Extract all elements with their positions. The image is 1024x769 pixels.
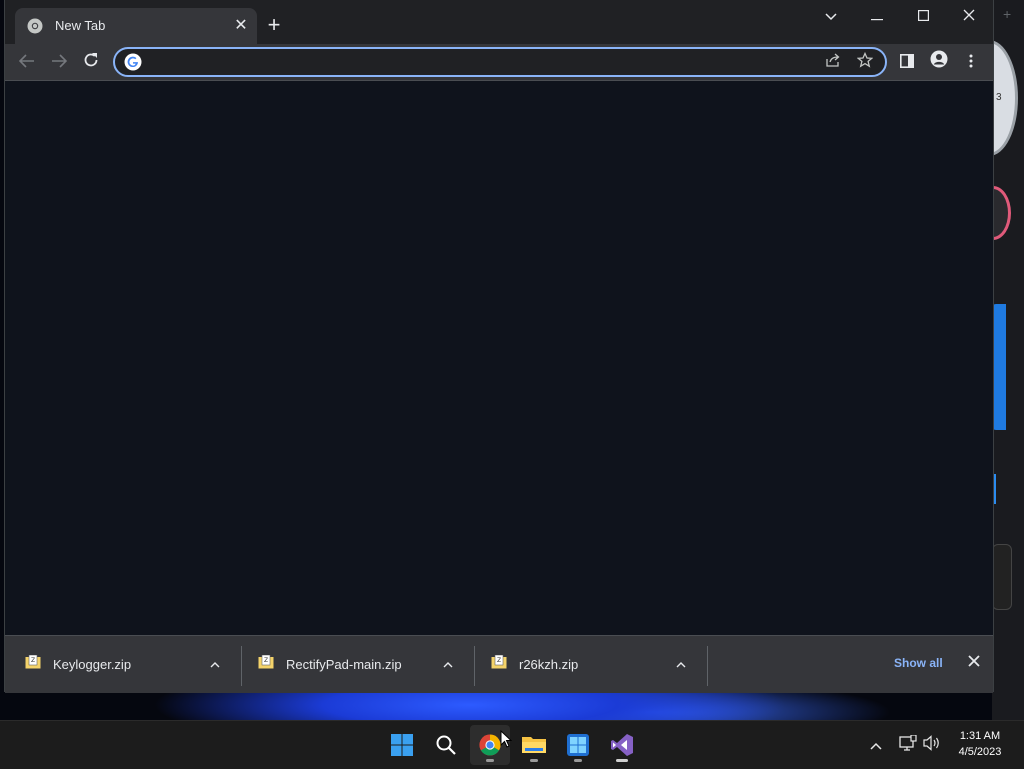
system-clock[interactable]: 1:31 AM 4/5/2023 [944, 728, 1016, 760]
back-button[interactable] [13, 48, 41, 76]
download-item[interactable]: Z RectifyPad-main.zip [238, 636, 470, 693]
chrome-favicon-icon [27, 18, 43, 34]
bookmark-star-icon[interactable] [855, 51, 875, 72]
new-tab-button[interactable]: + [263, 14, 285, 36]
clock-time: 1:31 AM [959, 730, 1001, 742]
clock-date: 4/5/2023 [958, 746, 1002, 758]
active-indicator [616, 759, 628, 762]
zip-file-icon: Z [258, 654, 274, 669]
browser-window: New Tab ✕ + Z Keylogger.zip Z RectifyPad… [4, 0, 994, 693]
menu-kebab-icon[interactable] [957, 48, 985, 76]
start-button[interactable] [382, 725, 422, 765]
show-hidden-icons-chevron-icon[interactable] [866, 735, 886, 755]
title-bar: New Tab ✕ + [5, 0, 993, 44]
file-explorer-icon [522, 737, 546, 753]
svg-text:Z: Z [264, 657, 268, 664]
tab-close-icon[interactable]: ✕ [231, 16, 251, 36]
tab-search-chevron-icon[interactable] [811, 4, 851, 28]
forward-button[interactable] [45, 48, 73, 76]
maximize-button[interactable] [903, 4, 943, 28]
background-plus-icon: + [1003, 6, 1012, 22]
background-widget-bar [992, 304, 1006, 430]
visual-studio-icon [611, 734, 633, 756]
address-input[interactable] [149, 52, 813, 74]
show-all-downloads-link[interactable]: Show all [894, 656, 943, 670]
zip-file-icon: Z [491, 654, 507, 669]
taskbar-file-explorer-button[interactable] [514, 725, 554, 765]
running-indicator [530, 759, 538, 762]
chevron-up-icon[interactable] [671, 654, 691, 674]
running-indicator [486, 759, 494, 762]
zip-file-icon: Z [25, 654, 41, 669]
volume-icon[interactable] [922, 735, 942, 755]
download-divider [707, 646, 708, 686]
svg-text:Z: Z [31, 657, 35, 664]
start-icon [391, 734, 413, 756]
side-panel-icon[interactable] [893, 48, 921, 76]
close-window-button[interactable] [949, 4, 989, 28]
download-filename: Keylogger.zip [53, 657, 132, 672]
profile-icon[interactable] [925, 48, 953, 76]
download-filename: RectifyPad-main.zip [286, 657, 402, 672]
mouse-cursor-icon [500, 730, 512, 748]
tab-new-tab[interactable]: New Tab ✕ [15, 8, 257, 44]
svg-text:Z: Z [497, 657, 501, 664]
windows-app-icon [567, 734, 589, 756]
background-panel [992, 544, 1012, 610]
download-item[interactable]: Z r26kzh.zip [471, 636, 703, 693]
network-icon[interactable] [898, 734, 918, 755]
taskbar: 1:31 AM 4/5/2023 [0, 720, 1024, 769]
taskbar-search-button[interactable] [426, 725, 466, 765]
tab-title: New Tab [55, 18, 106, 33]
close-shelf-icon[interactable] [963, 652, 985, 674]
chevron-up-icon[interactable] [205, 654, 225, 674]
taskbar-windows-app-button[interactable] [558, 725, 598, 765]
minimize-button[interactable] [857, 4, 897, 28]
chrome-icon [479, 734, 501, 756]
taskbar-visual-studio-button[interactable] [602, 725, 642, 765]
google-g-icon [124, 53, 142, 71]
download-filename: r26kzh.zip [519, 657, 579, 672]
running-indicator [574, 759, 582, 762]
share-icon[interactable] [823, 52, 843, 72]
reload-button[interactable] [77, 48, 105, 76]
chevron-up-icon[interactable] [438, 654, 458, 674]
download-item[interactable]: Z Keylogger.zip [5, 636, 237, 693]
page-content[interactable] [5, 81, 993, 635]
download-shelf: Z Keylogger.zip Z RectifyPad-main.zip Z … [5, 635, 993, 693]
background-widget-number: 3 [996, 92, 1002, 103]
address-bar[interactable] [113, 47, 887, 77]
browser-toolbar [5, 44, 993, 81]
search-icon [436, 735, 456, 755]
